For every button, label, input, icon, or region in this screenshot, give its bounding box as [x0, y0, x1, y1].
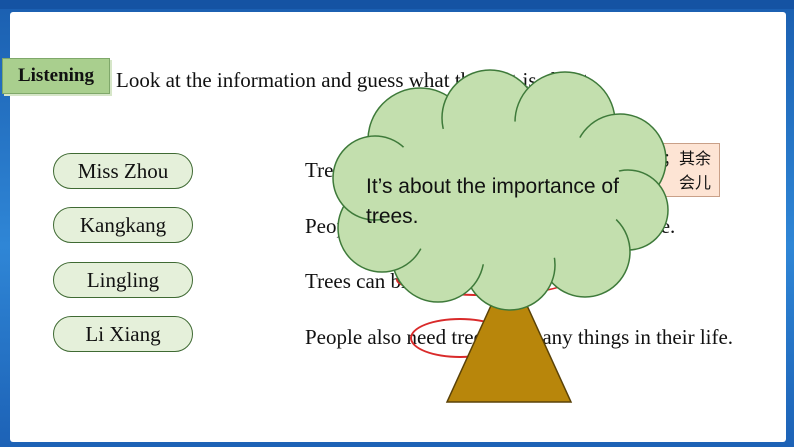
- listening-tag: Listening: [2, 58, 110, 94]
- sentence-2: People: [305, 214, 363, 238]
- name-pill-li-xiang[interactable]: Li Xiang: [53, 316, 193, 352]
- bubble-text: It’s about the importance of trees.: [366, 175, 619, 228]
- sentence-4: People also need trees for many things i…: [305, 325, 734, 349]
- slide: Listening Look at the information and gu…: [0, 0, 794, 447]
- highlight-oval-need-trees: [410, 318, 510, 358]
- name-pill-miss-zhou[interactable]: Miss Zhou: [53, 153, 193, 189]
- top-stripe: [0, 0, 794, 9]
- name-pill-lingling[interactable]: Lingling: [53, 262, 193, 298]
- name-pill-kangkang[interactable]: Kangkang: [53, 207, 193, 243]
- chinese-note-line-1: ；其余: [662, 149, 711, 168]
- instruction-text: Look at the information and guess what t…: [116, 68, 594, 92]
- highlight-oval-fresh-air: [396, 264, 570, 296]
- sentence-1: Trees: [305, 158, 351, 182]
